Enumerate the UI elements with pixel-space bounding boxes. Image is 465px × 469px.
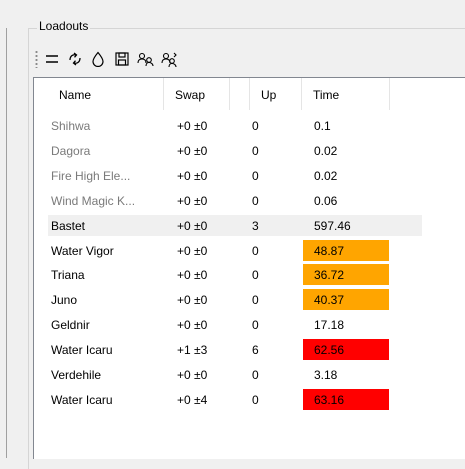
cell-up: 6	[252, 343, 259, 358]
column-header-swap[interactable]: Swap	[164, 78, 230, 110]
cell-swap: +0 ±0	[177, 318, 208, 333]
table-row[interactable]: Triana +0 ±0 0 36.72	[48, 264, 422, 286]
cell-swap: +0 ±0	[177, 243, 208, 258]
cell-up: 0	[252, 392, 259, 407]
table-row[interactable]: Water Icaru +1 ±3 6 62.56	[48, 339, 422, 361]
cell-time: 62.56	[303, 339, 389, 361]
table-row[interactable]: Juno +0 ±0 0 40.37	[48, 289, 422, 311]
cell-swap: +0 ±0	[177, 218, 208, 233]
cell-name: Water Vigor	[51, 243, 114, 258]
menu-icon[interactable]	[42, 48, 62, 70]
cell-name: Wind Magic K...	[51, 193, 136, 208]
table-row[interactable]: Water Icaru +0 ±4 0 63.16	[48, 388, 422, 410]
cell-swap: +1 ±3	[177, 343, 208, 358]
cell-up: 0	[252, 368, 259, 382]
cell-up: 0	[252, 168, 259, 183]
cell-time: 17.18	[314, 318, 345, 333]
column-header-up[interactable]: Up	[250, 78, 302, 110]
cell-up: 0	[252, 243, 259, 258]
cell-time: 0.1	[314, 119, 331, 133]
list-header: Name Swap Up Time	[34, 78, 465, 110]
cell-up: 0	[252, 193, 259, 208]
cell-swap: +0 ±4	[177, 392, 208, 407]
cell-name: Fire High Ele...	[51, 168, 131, 183]
cell-swap: +0 ±0	[177, 268, 208, 283]
cell-up: 0	[252, 293, 259, 308]
cell-time: 36.72	[303, 264, 389, 286]
cell-name: Geldnir	[51, 318, 90, 333]
cell-time: 0.02	[314, 143, 338, 158]
table-row[interactable]: Fire High Ele... +0 ±0 0 0.02	[48, 165, 422, 186]
cell-time: 0.06	[314, 193, 338, 208]
cell-up: 0	[252, 143, 259, 158]
cell-swap: +0 ±0	[177, 293, 208, 308]
cell-name: Dagora	[51, 143, 91, 158]
toolbar-grip[interactable]	[35, 50, 38, 68]
cell-swap: +0 ±0	[177, 119, 208, 133]
column-header-time[interactable]: Time	[302, 78, 390, 110]
table-row[interactable]: Bastet +0 ±0 3 597.46	[48, 214, 422, 236]
save-icon[interactable]	[112, 48, 132, 70]
cell-time: 597.46	[314, 218, 351, 233]
load-loadout-icon[interactable]	[136, 48, 156, 70]
cell-name: Juno	[51, 293, 78, 308]
cell-swap: +0 ±0	[177, 368, 208, 382]
refresh-icon[interactable]	[65, 48, 85, 70]
cell-time: 0.02	[314, 168, 338, 183]
cell-up: 0	[252, 268, 259, 283]
cell-time: 48.87	[303, 239, 389, 261]
table-row[interactable]: Wind Magic K... +0 ±0 0 0.06	[48, 190, 422, 211]
table-row[interactable]: Verdehile +0 ±0 0 3.18	[48, 364, 422, 385]
cell-name: Shihwa	[51, 119, 91, 133]
cell-name: Water Icaru	[51, 343, 113, 358]
cell-up: 0	[252, 318, 259, 333]
cell-up: 0	[252, 119, 259, 133]
column-header-spacer	[230, 78, 250, 110]
table-row[interactable]: Water Vigor +0 ±0 0 48.87	[48, 239, 422, 261]
table-row[interactable]: Shihwa +0 ±0 0 0.1	[48, 115, 422, 136]
cell-name: Bastet	[51, 218, 86, 233]
cell-swap: +0 ±0	[177, 193, 208, 208]
cell-time: 40.37	[303, 289, 389, 311]
loadouts-toolbar	[32, 46, 465, 72]
cell-time: 63.16	[303, 388, 389, 410]
left-panel-edge	[0, 0, 9, 458]
cell-time: 3.18	[314, 368, 338, 382]
cell-swap: +0 ±0	[177, 168, 208, 183]
column-header-name[interactable]: Name	[48, 78, 164, 110]
cell-swap: +0 ±0	[177, 143, 208, 158]
cell-name: Triana	[51, 268, 85, 283]
cell-up: 3	[252, 218, 259, 233]
load-loadout-alt-icon[interactable]	[159, 48, 179, 70]
table-row[interactable]: Geldnir +0 ±0 0 17.18	[48, 314, 422, 335]
loadouts-group-title: Loadouts	[37, 18, 91, 34]
loadouts-list[interactable]: Name Swap Up Time Shihwa +0 ±0 0 0.1 Dagora +…	[33, 77, 465, 459]
cell-name: Verdehile	[51, 368, 102, 382]
cell-name: Water Icaru	[51, 392, 113, 407]
table-row[interactable]: Dagora +0 ±0 0 0.02	[48, 140, 422, 161]
drop-icon[interactable]	[88, 48, 108, 70]
